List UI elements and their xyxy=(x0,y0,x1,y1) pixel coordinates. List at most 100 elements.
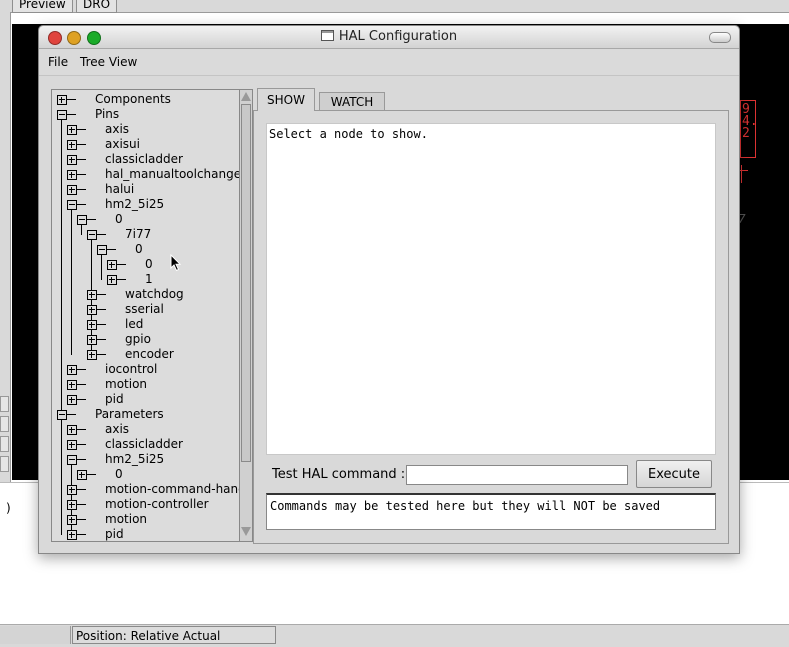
expand-plus-icon[interactable] xyxy=(87,290,97,300)
collapse-minus-icon[interactable] xyxy=(77,215,87,225)
tree-node[interactable]: pid xyxy=(52,392,239,407)
background-dro-text: 94.2 xyxy=(742,102,758,141)
background-tab-preview[interactable]: Preview xyxy=(12,0,73,13)
tree-node[interactable]: Components xyxy=(52,92,239,107)
tree-node[interactable]: hal_manualtoolchange xyxy=(52,167,240,182)
background-side-button[interactable] xyxy=(0,416,9,432)
background-status-segment xyxy=(0,626,71,644)
tree-node[interactable]: motion xyxy=(52,512,239,527)
tree-node-label: motion xyxy=(105,512,148,526)
tree-node[interactable]: gpio xyxy=(52,332,239,347)
tree-branch-line xyxy=(77,384,86,385)
expand-plus-icon[interactable] xyxy=(57,95,67,105)
tree-branch-line xyxy=(77,489,86,490)
expand-plus-icon[interactable] xyxy=(77,470,87,480)
menu-file[interactable]: File xyxy=(48,55,68,69)
background-tab-dro[interactable]: DRO xyxy=(76,0,118,13)
window-titlebar[interactable]: HAL Configuration xyxy=(39,26,739,49)
tree-node[interactable]: motion xyxy=(52,377,239,392)
expand-plus-icon[interactable] xyxy=(67,425,77,435)
tree-branch-line xyxy=(87,474,96,475)
tree-branch-line xyxy=(67,99,76,100)
tree-node[interactable]: 0 xyxy=(52,242,239,257)
test-command-input[interactable] xyxy=(406,465,628,485)
execute-button[interactable]: Execute xyxy=(636,460,712,488)
collapse-minus-icon[interactable] xyxy=(67,455,77,465)
tree-branch-line xyxy=(77,369,86,370)
expand-plus-icon[interactable] xyxy=(87,305,97,315)
expand-plus-icon[interactable] xyxy=(67,140,77,150)
scroll-thumb[interactable] xyxy=(241,104,251,462)
tree-branch-line xyxy=(87,219,96,220)
collapse-minus-icon[interactable] xyxy=(87,230,97,240)
tree-scrollbar[interactable] xyxy=(239,89,253,542)
expand-plus-icon[interactable] xyxy=(67,530,77,540)
tree-node-label: 0 xyxy=(145,257,153,271)
expand-plus-icon[interactable] xyxy=(67,155,77,165)
expand-plus-icon[interactable] xyxy=(67,185,77,195)
tree-node[interactable]: led xyxy=(52,317,239,332)
hal-tree[interactable]: Components Pins axis axisui classicladder hal… xyxy=(51,89,240,542)
tree-node[interactable]: 0 xyxy=(52,212,239,227)
expand-plus-icon[interactable] xyxy=(67,500,77,510)
tree-node-label: hal_manualtoolchange xyxy=(105,167,240,181)
expand-plus-icon[interactable] xyxy=(67,365,77,375)
tree-branch-line xyxy=(77,519,86,520)
tree-branch-line xyxy=(77,399,86,400)
expand-plus-icon[interactable] xyxy=(67,395,77,405)
command-output-area[interactable]: Commands may be tested here but they wil… xyxy=(266,493,716,530)
scroll-up-arrow-icon[interactable] xyxy=(241,92,251,101)
tree-node[interactable]: Parameters xyxy=(52,407,239,422)
tab-show[interactable]: SHOW xyxy=(257,88,315,111)
window-toolbar-toggle[interactable] xyxy=(709,32,731,43)
expand-plus-icon[interactable] xyxy=(67,485,77,495)
background-side-button[interactable] xyxy=(0,396,9,412)
collapse-minus-icon[interactable] xyxy=(57,410,67,420)
tree-node[interactable]: hm2_5i25 xyxy=(52,197,239,212)
show-text-area[interactable]: Select a node to show. xyxy=(266,123,716,455)
expand-plus-icon[interactable] xyxy=(67,125,77,135)
tree-node[interactable]: Pins xyxy=(52,107,239,122)
tree-node[interactable]: sserial xyxy=(52,302,239,317)
collapse-minus-icon[interactable] xyxy=(57,110,67,120)
tree-node[interactable]: axis xyxy=(52,122,239,137)
tab-watch[interactable]: WATCH xyxy=(319,92,385,111)
tree-node[interactable]: iocontrol xyxy=(52,362,239,377)
tree-node[interactable]: 0 xyxy=(52,257,239,272)
tree-node[interactable]: classicladder xyxy=(52,152,239,167)
expand-plus-icon[interactable] xyxy=(87,320,97,330)
tree-node-label: axis xyxy=(105,422,130,436)
expand-plus-icon[interactable] xyxy=(67,440,77,450)
menu-tree-view[interactable]: Tree View xyxy=(80,55,137,69)
tree-node[interactable]: classicladder xyxy=(52,437,239,452)
tree-node[interactable]: 1 xyxy=(52,272,239,287)
collapse-minus-icon[interactable] xyxy=(97,245,107,255)
tree-node[interactable]: motion-command-handler xyxy=(52,482,239,497)
expand-plus-icon[interactable] xyxy=(87,350,97,360)
tree-branch-line xyxy=(67,114,76,115)
expand-plus-icon[interactable] xyxy=(87,335,97,345)
tree-branch-line xyxy=(77,534,86,535)
tree-node[interactable]: hm2_5i25 xyxy=(52,452,239,467)
tree-node[interactable]: 0 xyxy=(52,467,239,482)
tree-node[interactable]: 7i77 xyxy=(52,227,239,242)
tree-node[interactable]: encoder xyxy=(52,347,239,362)
collapse-minus-icon[interactable] xyxy=(67,200,77,210)
expand-plus-icon[interactable] xyxy=(67,170,77,180)
tree-node[interactable]: halui xyxy=(52,182,239,197)
tree-node[interactable]: axisui xyxy=(52,137,239,152)
background-side-button[interactable] xyxy=(0,456,9,472)
expand-plus-icon[interactable] xyxy=(67,380,77,390)
test-command-label: Test HAL command : xyxy=(272,467,406,482)
expand-plus-icon[interactable] xyxy=(107,260,117,270)
tree-node[interactable]: pid xyxy=(52,527,239,541)
expand-plus-icon[interactable] xyxy=(67,515,77,525)
tree-node-label: hm2_5i25 xyxy=(105,452,165,466)
scroll-down-arrow-icon[interactable] xyxy=(241,527,251,536)
tree-node[interactable]: motion-controller xyxy=(52,497,239,512)
background-side-button[interactable] xyxy=(0,436,9,452)
tree-node-label: watchdog xyxy=(125,287,184,301)
expand-plus-icon[interactable] xyxy=(107,275,117,285)
tree-node[interactable]: watchdog xyxy=(52,287,239,302)
tree-node[interactable]: axis xyxy=(52,422,239,437)
